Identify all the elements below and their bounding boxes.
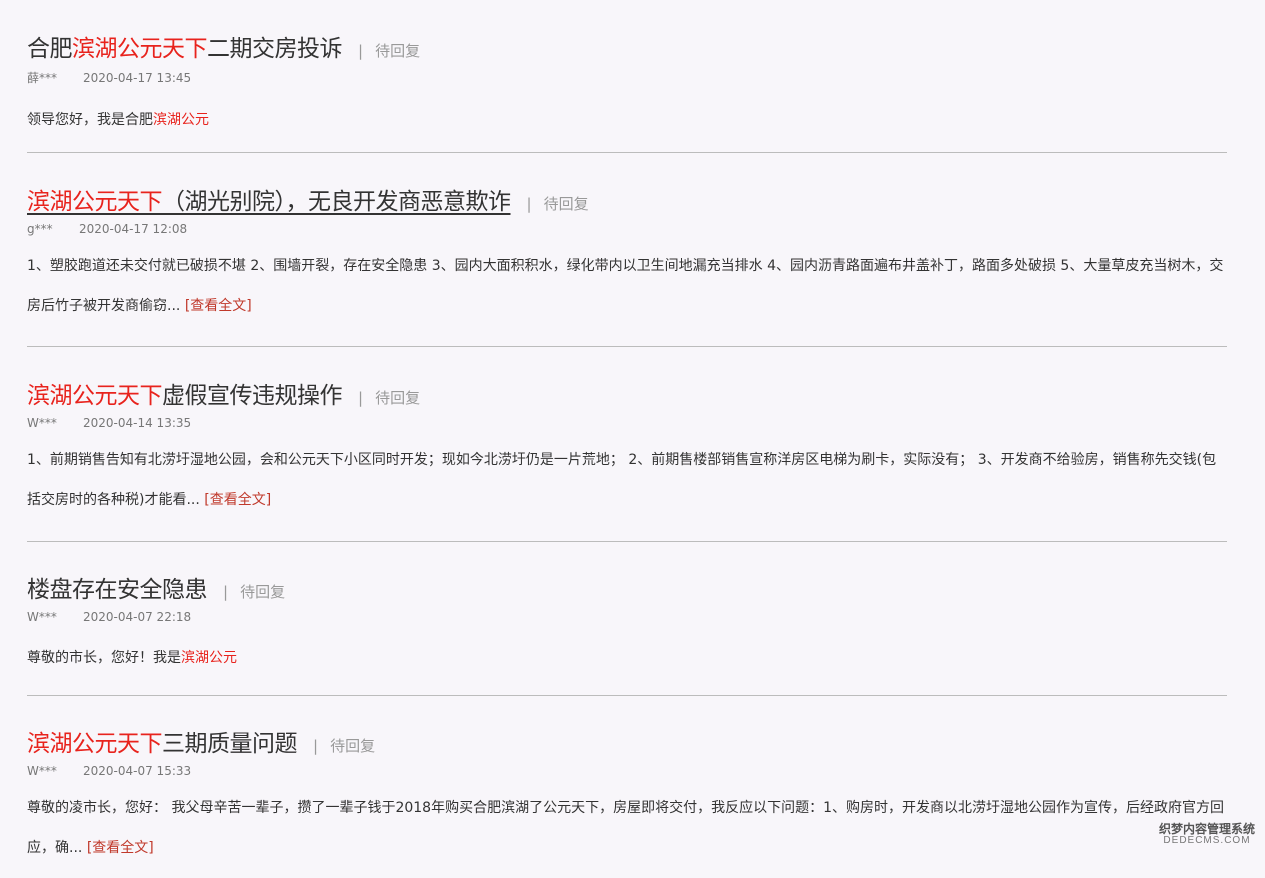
post-date: 2020-04-17 12:08 xyxy=(79,222,188,236)
read-more-link[interactable]: [查看全文] xyxy=(185,298,252,314)
post-title-row[interactable]: 楼盘存在安全隐患 | 待回复 xyxy=(27,541,1227,604)
title-text: （湖光别院），无良开发商恶意欺诈 xyxy=(162,189,511,215)
post-author: W*** xyxy=(27,610,57,624)
post-title[interactable]: 滨湖公元天下虚假宣传违规操作 xyxy=(27,376,343,410)
separator: | xyxy=(313,737,319,755)
post-meta: W*** 2020-04-14 13:35 xyxy=(27,416,1227,430)
status-label: 待回复 xyxy=(375,389,421,407)
separator: | xyxy=(358,389,364,407)
post-title[interactable]: 合肥滨湖公元天下二期交房投诉 xyxy=(27,29,343,63)
post-meta: W*** 2020-04-07 22:18 xyxy=(27,610,1227,624)
divider xyxy=(27,541,1227,542)
post-excerpt: 尊敬的市长，您好！我是滨湖公元 xyxy=(27,650,237,666)
list-item: 合肥滨湖公元天下二期交房投诉 | 待回复 薛*** 2020-04-17 13:4… xyxy=(27,0,1227,152)
post-excerpt: 领导您好，我是合肥滨湖公元 xyxy=(27,112,209,128)
title-keyword: 滨湖公元天下 xyxy=(27,383,163,409)
post-title[interactable]: 滨湖公元天下（湖光别院），无良开发商恶意欺诈 xyxy=(27,182,511,216)
post-title-row[interactable]: 合肥滨湖公元天下二期交房投诉 | 待回复 xyxy=(27,0,1227,63)
post-title-row[interactable]: 滨湖公元天下三期质量问题 | 待回复 xyxy=(27,695,1227,758)
title-text: 三期质量问题 xyxy=(162,731,298,757)
separator: | xyxy=(526,195,532,213)
read-more-link[interactable]: [查看全文] xyxy=(87,840,154,856)
divider xyxy=(27,346,1227,347)
post-date: 2020-04-17 13:45 xyxy=(83,71,192,85)
separator: | xyxy=(223,583,229,601)
post-container-4: 滨湖公元天下三期质量问题 | 待回复 W*** 2020-04-07 15:33 … xyxy=(27,695,1227,878)
post-meta: 薛*** 2020-04-17 13:45 xyxy=(27,69,1227,86)
status-label: 待回复 xyxy=(375,42,421,60)
post-title[interactable]: 楼盘存在安全隐患 xyxy=(27,570,208,604)
post-date: 2020-04-14 13:35 xyxy=(83,416,192,430)
title-text: 虚假宣传违规操作 xyxy=(162,383,343,409)
post-container-1: 滨湖公元天下（湖光别院），无良开发商恶意欺诈 | 待回复 g*** 2020-04… xyxy=(27,153,1227,336)
post-author: W*** xyxy=(27,416,57,430)
status-label: 待回复 xyxy=(240,583,286,601)
complaint-list: 合肥滨湖公元天下二期交房投诉 | 待回复 薛*** 2020-04-17 13:4… xyxy=(27,0,1227,152)
post-title-row[interactable]: 滨湖公元天下虚假宣传违规操作 | 待回复 xyxy=(27,347,1227,410)
post-container-3: 楼盘存在安全隐患 | 待回复 W*** 2020-04-07 22:18 尊敬的市… xyxy=(27,541,1227,688)
title-text: 合肥 xyxy=(27,36,73,62)
divider xyxy=(27,152,1227,153)
post-author: g*** xyxy=(27,222,53,236)
post-title-row[interactable]: 滨湖公元天下（湖光别院），无良开发商恶意欺诈 | 待回复 xyxy=(27,153,1227,216)
read-more-link[interactable]: [查看全文] xyxy=(204,492,271,508)
watermark-logo: 织梦内容管理系统 DEDECMS.COM xyxy=(1159,823,1255,847)
divider xyxy=(27,695,1227,696)
post-date: 2020-04-07 22:18 xyxy=(83,610,192,624)
watermark-cn: 织梦内容管理系统 xyxy=(1158,822,1255,836)
post-author: W*** xyxy=(27,764,57,778)
post-meta: g*** 2020-04-17 12:08 xyxy=(27,222,1227,236)
post-excerpt: 尊敬的凌市长，您好： 我父母辛苦一辈子，攒了一辈子钱于2018年购买合肥滨湖了公… xyxy=(27,800,1224,856)
title-text: 二期交房投诉 xyxy=(207,36,343,62)
title-text: 楼盘存在安全隐患 xyxy=(27,577,208,603)
post-container-2: 滨湖公元天下虚假宣传违规操作 | 待回复 W*** 2020-04-14 13:3… xyxy=(27,347,1227,530)
post-meta: W*** 2020-04-07 15:33 xyxy=(27,764,1227,778)
title-keyword: 滨湖公元天下 xyxy=(27,731,163,757)
status-label: 待回复 xyxy=(330,737,376,755)
excerpt-keyword: 滨湖公元 xyxy=(181,650,237,666)
watermark-en: DEDECMS.COM xyxy=(1163,835,1251,846)
status-label: 待回复 xyxy=(543,195,589,213)
post-excerpt: 1、前期销售告知有北涝圩湿地公园，会和公元天下小区同时开发；现如今北涝圩仍是一片… xyxy=(27,452,1217,508)
title-keyword: 滨湖公元天下 xyxy=(72,36,208,62)
post-date: 2020-04-07 15:33 xyxy=(83,764,192,778)
post-excerpt: 1、塑胶跑道还未交付就已破损不堪 2、围墙开裂，存在安全隐患 3、园内大面积积水… xyxy=(27,258,1224,314)
title-keyword: 滨湖公元天下 xyxy=(27,189,163,215)
post-title[interactable]: 滨湖公元天下三期质量问题 xyxy=(27,724,298,758)
separator: | xyxy=(358,42,364,60)
excerpt-keyword: 滨湖公元 xyxy=(153,112,209,128)
post-author: 薛*** xyxy=(27,71,58,85)
